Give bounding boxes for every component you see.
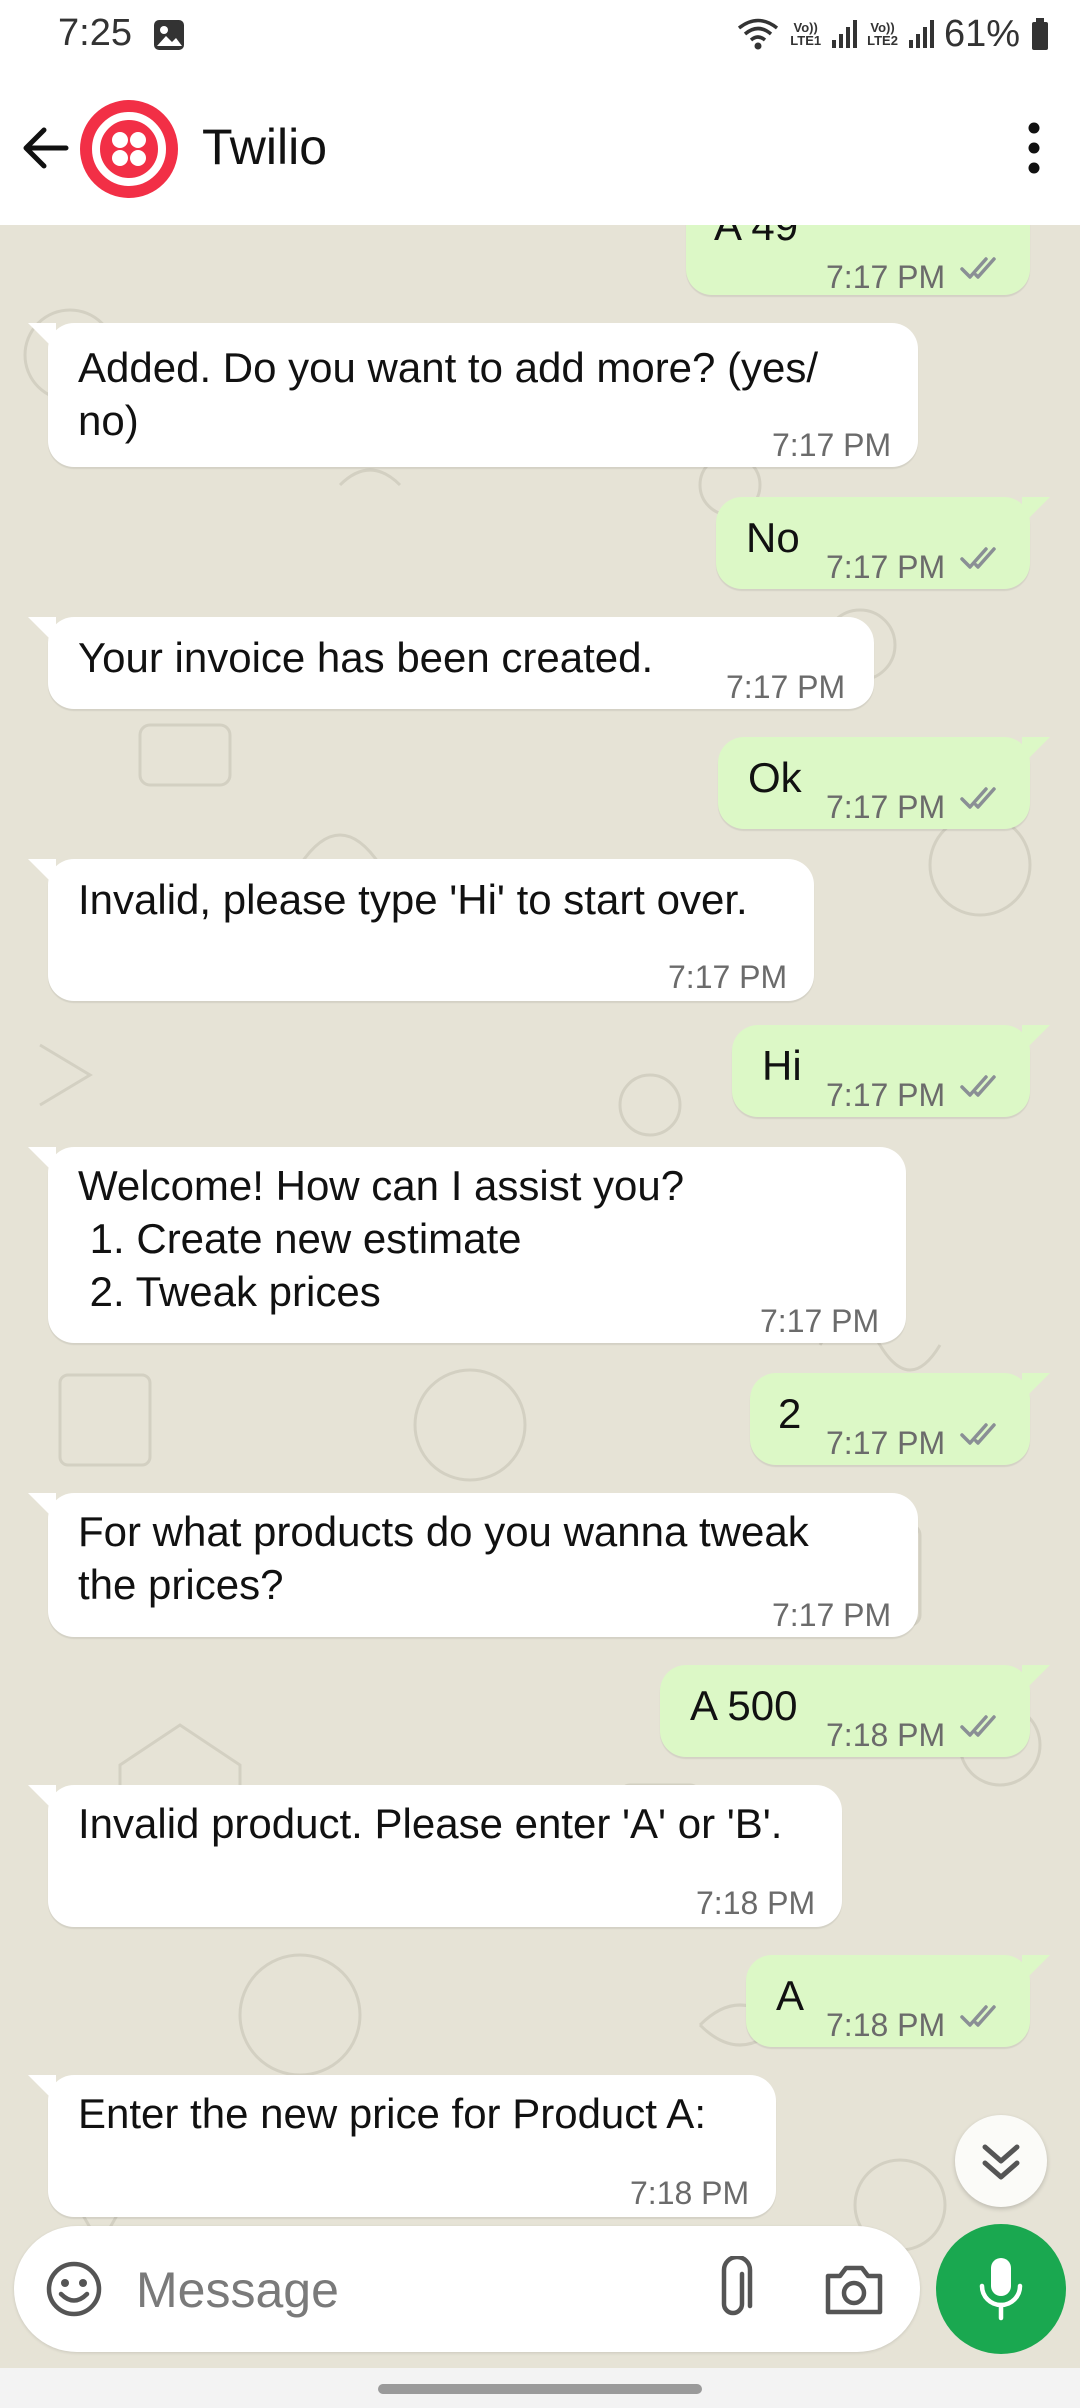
outgoing-message[interactable]: A 7:18 PM [746, 1955, 1050, 2047]
message-time: 7:18 PM [696, 1885, 816, 1921]
read-receipt-icon [960, 1075, 996, 1097]
message-text: A [776, 1972, 805, 2019]
message-text: 2 [778, 1390, 802, 1437]
system-navigation-bar [0, 2368, 1080, 2408]
outgoing-message[interactable]: Hi 7:17 PM [732, 1025, 1050, 1117]
message-text: A 49 [714, 225, 799, 249]
message-time: 7:17 PM [826, 1425, 946, 1461]
paperclip-icon[interactable] [704, 2256, 764, 2322]
message-time: 7:17 PM [668, 959, 788, 995]
message-text: Added. Do you want to add more? (yes/ no… [78, 344, 819, 444]
message-text: Hi [762, 1042, 802, 1089]
chat-header: Twilio [0, 70, 1080, 225]
message-time: 7:18 PM [826, 1717, 946, 1753]
microphone-icon [979, 2258, 1023, 2321]
sim1-label: Vo)) LTE1 [790, 20, 822, 48]
message-text: A 500 [690, 1682, 798, 1729]
read-receipt-icon [960, 257, 996, 279]
wifi-icon [738, 18, 779, 50]
sim2-label: Vo)) LTE2 [867, 20, 898, 48]
message-text: Invalid product. Please enter 'A' or 'B'… [78, 1800, 783, 1847]
incoming-message[interactable]: Enter the new price for Product A: 7:18 … [28, 2075, 776, 2217]
read-receipt-icon [960, 547, 996, 569]
voice-message-button[interactable] [936, 2224, 1066, 2354]
message-time: 7:17 PM [772, 1597, 892, 1633]
read-receipt-icon [960, 1423, 996, 1445]
message-time: 7:18 PM [630, 2175, 750, 2211]
contact-name[interactable]: Twilio [202, 118, 327, 176]
message-composer [14, 2226, 920, 2352]
back-arrow-icon[interactable] [18, 120, 74, 176]
outgoing-message[interactable]: A 500 7:18 PM [660, 1665, 1050, 1757]
message-time: 7:17 PM [826, 259, 946, 295]
message-input[interactable] [134, 2254, 698, 2326]
incoming-message[interactable]: Welcome! How can I assist you? 1. Create… [28, 1147, 906, 1343]
incoming-message[interactable]: Invalid product. Please enter 'A' or 'B'… [28, 1785, 842, 1927]
double-chevron-down-icon [982, 2144, 1020, 2180]
battery-icon [1032, 18, 1048, 50]
read-receipt-icon [960, 2005, 996, 2027]
message-time: 7:17 PM [826, 549, 946, 585]
message-text: Invalid, please type 'Hi' to start over. [78, 876, 748, 923]
scroll-to-bottom-button[interactable] [955, 2115, 1047, 2207]
message-text: Welcome! How can I assist you? 1. Create… [78, 1162, 685, 1315]
message-text: For what products do you wanna tweak the… [78, 1508, 809, 1608]
incoming-message[interactable]: Your invoice has been created. 7:17 PM [28, 617, 874, 709]
message-text: Ok [748, 754, 802, 801]
outgoing-message[interactable]: 2 7:17 PM [750, 1373, 1050, 1465]
outgoing-message[interactable]: No 7:17 PM [716, 497, 1050, 589]
message-time: 7:18 PM [826, 2007, 946, 2043]
message-time: 7:17 PM [826, 789, 946, 825]
read-receipt-icon [960, 1715, 996, 1737]
message-text: Your invoice has been created. [78, 634, 654, 681]
more-options-icon[interactable] [1022, 120, 1046, 176]
message-time: 7:17 PM [826, 1077, 946, 1113]
status-indicators: Vo)) LTE1 Vo)) LTE2 61% [736, 10, 1050, 58]
incoming-message[interactable]: Added. Do you want to add more? (yes/ no… [28, 323, 918, 467]
battery-percentage: 61% [943, 12, 1020, 55]
gallery-notification-icon [154, 20, 184, 50]
message-time: 7:17 PM [726, 669, 846, 705]
message-time: 7:17 PM [760, 1303, 880, 1339]
incoming-message[interactable]: For what products do you wanna tweak the… [28, 1493, 918, 1637]
read-receipt-icon [960, 787, 996, 809]
status-time: 7:25 [58, 12, 132, 54]
signal-strength-icon [832, 20, 858, 48]
message-text: Enter the new price for Product A: [78, 2090, 706, 2137]
incoming-message[interactable]: Invalid, please type 'Hi' to start over.… [28, 859, 814, 1001]
twilio-logo-avatar[interactable] [80, 100, 178, 198]
emoji-icon[interactable] [44, 2259, 104, 2319]
outgoing-message[interactable]: Ok 7:17 PM [718, 737, 1050, 829]
message-time: 7:17 PM [772, 427, 892, 463]
message-text: No [746, 514, 800, 561]
message-list[interactable]: A 49 7:17 PM Added. Do you want to add m… [0, 225, 1080, 2408]
camera-icon[interactable] [822, 2260, 886, 2318]
signal-strength-icon [908, 20, 934, 48]
home-gesture-handle[interactable] [378, 2384, 702, 2394]
status-bar: 7:25 Vo)) LTE1 Vo)) LTE2 61% [0, 0, 1080, 70]
outgoing-message[interactable]: A 49 7:17 PM [686, 225, 1030, 295]
